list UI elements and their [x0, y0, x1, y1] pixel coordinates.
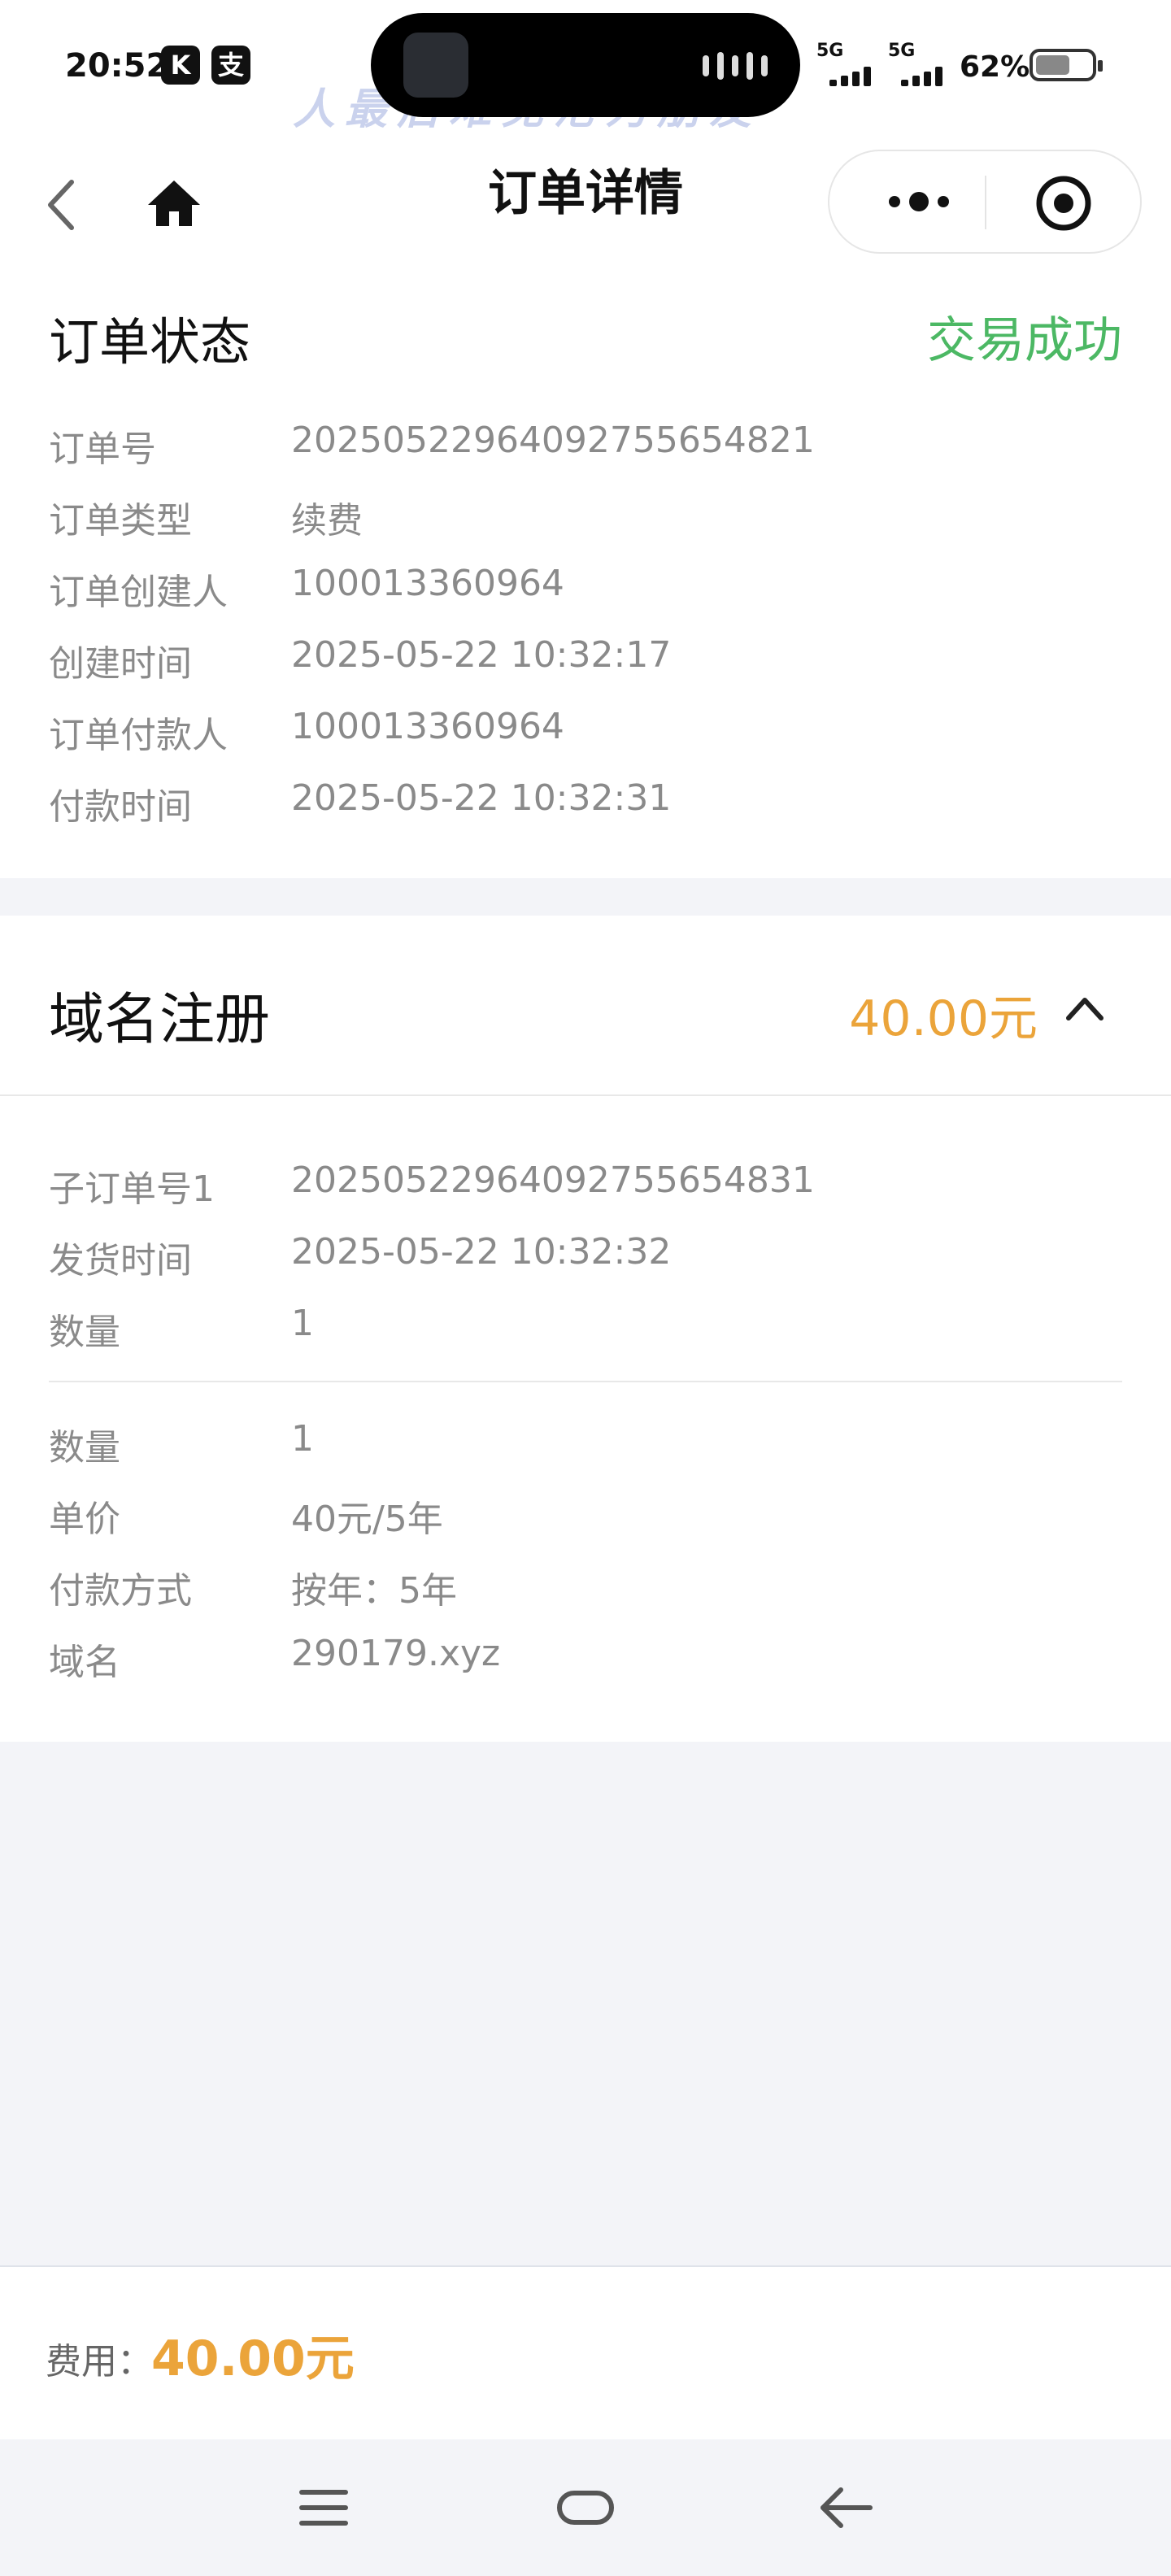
kv-row: 域名 290179.xyz	[49, 1633, 1122, 1683]
section-divider	[49, 1381, 1122, 1382]
sub-order-number-value: 20250522964092755654831	[291, 1160, 815, 1201]
payment-method-value: 按年：5年	[291, 1570, 457, 1612]
kv-row: 订单号 20250522964092755654821	[49, 420, 1122, 470]
nav-bar: 订单详情	[0, 138, 1171, 268]
kv-label: 发货时间	[49, 1240, 192, 1281]
kv-row: 发货时间 2025-05-22 10:32:32	[49, 1231, 1122, 1281]
chevron-up-icon[interactable]	[1062, 989, 1108, 1028]
dynamic-island[interactable]	[371, 13, 800, 117]
order-number-value: 20250522964092755654821	[291, 420, 815, 461]
kv-row: 数量 1	[49, 1303, 1122, 1353]
kv-label: 订单创建人	[49, 572, 228, 613]
kv-row: 付款时间 2025-05-22 10:32:31	[49, 777, 1122, 828]
miniprogram-capsule	[828, 150, 1142, 254]
home-pill-icon[interactable]	[553, 2482, 618, 2534]
kv-row: 创建时间 2025-05-22 10:32:17	[49, 634, 1122, 685]
creator-value: 100013360964	[291, 563, 564, 604]
notification-alipay-icon: 支	[211, 46, 250, 85]
order-detail-page: 20:52 K 支 人最后难免沦为朋友 5G 5G	[0, 0, 1171, 2576]
quantity-value: 1	[291, 1418, 314, 1460]
domain-section-title: 域名注册	[49, 988, 271, 1052]
menu-icon[interactable]	[293, 2482, 358, 2534]
fee-footer: 费用： 40.00元	[0, 2265, 1171, 2439]
domain-name-value: 290179.xyz	[291, 1633, 501, 1674]
kv-label: 子订单号1	[49, 1168, 215, 1210]
system-nav-bar	[0, 2439, 1171, 2576]
domain-price: 40.00元	[849, 990, 1038, 1047]
unit-price-value: 40元/5年	[291, 1499, 443, 1540]
arrow-left-icon[interactable]	[813, 2482, 878, 2534]
domain-section-header[interactable]: 域名注册 40.00元	[0, 916, 1171, 1096]
audio-wave-icon	[703, 52, 768, 80]
kv-row: 子订单号1 20250522964092755654831	[49, 1160, 1122, 1210]
kv-row: 付款方式 按年：5年	[49, 1561, 1122, 1612]
domain-registration-card: 域名注册 40.00元 子订单号1 2025052296409275565483…	[0, 916, 1171, 1742]
delivery-time-value: 2025-05-22 10:32:32	[291, 1231, 672, 1273]
battery-percent: 62%	[960, 50, 1030, 84]
close-miniprogram-button[interactable]	[1031, 171, 1096, 236]
status-bar: 20:52 K 支 人最后难免沦为朋友 5G 5G	[0, 0, 1171, 138]
paid-time-value: 2025-05-22 10:32:31	[291, 777, 672, 819]
status-time: 20:52	[65, 47, 169, 85]
status-badge: 交易成功	[927, 312, 1122, 369]
order-type-value: 续费	[291, 500, 363, 542]
fee-value: 40.00元	[151, 2330, 355, 2387]
order-status-card: 订单状态 交易成功 订单号 20250522964092755654821 订单…	[0, 268, 1171, 878]
notification-app-k-icon: K	[161, 46, 200, 85]
kv-label: 单价	[49, 1499, 120, 1540]
battery-icon	[1030, 49, 1103, 81]
created-time-value: 2025-05-22 10:32:17	[291, 634, 672, 676]
kv-row: 数量 1	[49, 1418, 1122, 1469]
kv-row: 订单创建人 100013360964	[49, 563, 1122, 613]
kv-label: 订单号	[49, 429, 156, 470]
signal-5g-1-icon: 5G	[816, 41, 885, 89]
kv-row: 单价 40元/5年	[49, 1490, 1122, 1540]
more-dots-icon	[889, 192, 949, 211]
signal-5g-2-icon: 5G	[888, 41, 956, 89]
kv-label: 订单类型	[49, 500, 192, 542]
quantity-value: 1	[291, 1303, 314, 1344]
capsule-divider	[985, 176, 986, 229]
fee-label: 费用：	[46, 2341, 153, 2382]
more-button[interactable]	[870, 151, 968, 252]
kv-label: 域名	[49, 1642, 120, 1683]
kv-label: 创建时间	[49, 643, 192, 685]
kv-row: 订单类型 续费	[49, 491, 1122, 542]
kv-label: 数量	[49, 1312, 120, 1353]
kv-label: 订单付款人	[49, 715, 228, 756]
kv-label: 付款方式	[49, 1570, 192, 1612]
target-icon	[1036, 176, 1091, 231]
kv-row: 订单付款人 100013360964	[49, 706, 1122, 756]
kv-label: 数量	[49, 1427, 120, 1469]
payer-value: 100013360964	[291, 706, 564, 747]
order-status-title: 订单状态	[49, 312, 251, 372]
kv-label: 付款时间	[49, 786, 192, 828]
media-thumbnail-icon	[403, 33, 468, 98]
